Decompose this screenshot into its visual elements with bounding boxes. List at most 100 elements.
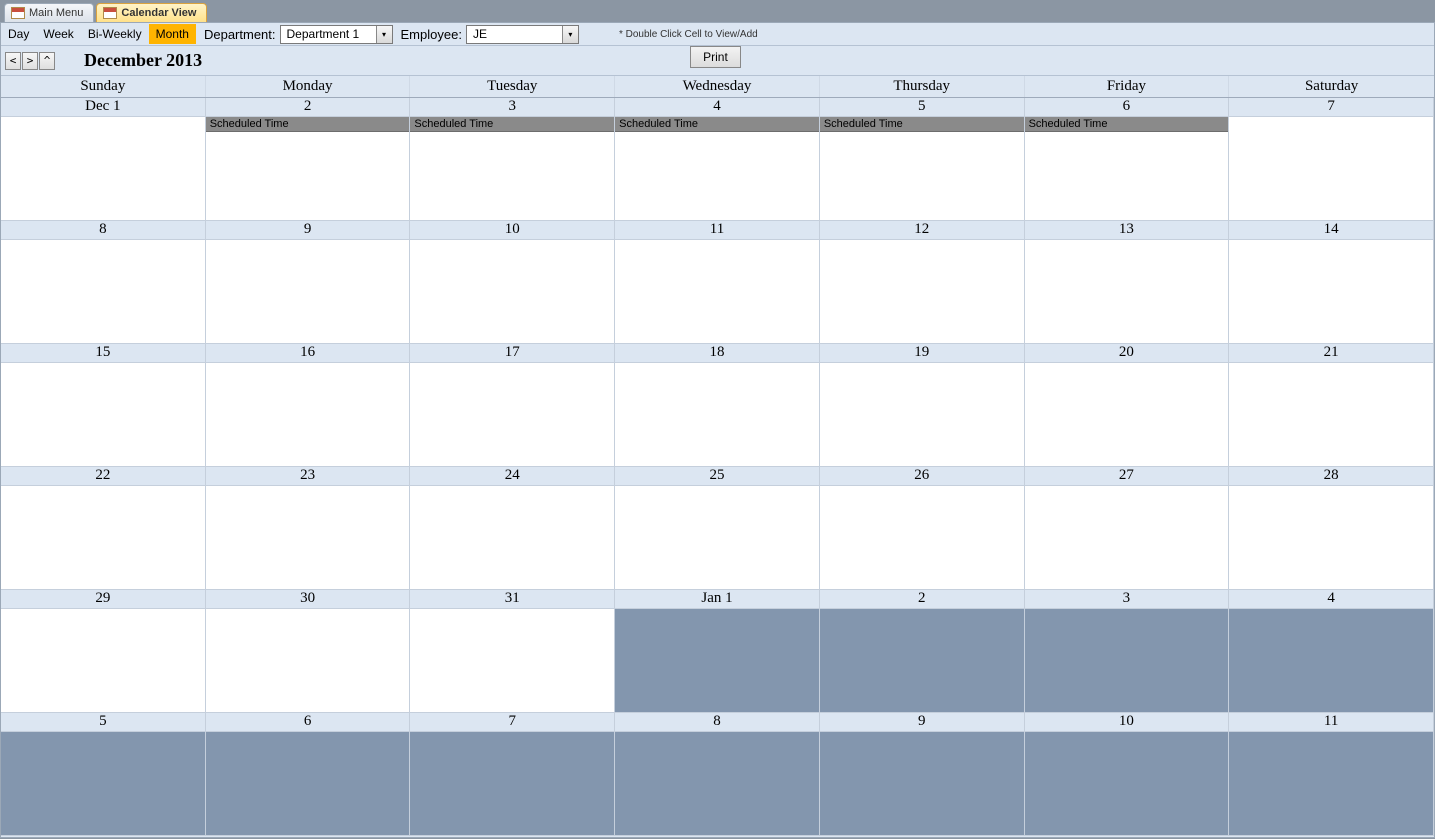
calendar-cell[interactable]: 7 [410,713,615,836]
scheduled-event[interactable]: Scheduled Time [820,117,1024,132]
cell-body[interactable] [615,732,819,835]
calendar-cell[interactable]: 23 [206,467,411,590]
cell-body[interactable] [1,240,205,343]
calendar-cell[interactable]: 29 [1,590,206,713]
cell-body[interactable] [410,732,614,835]
cell-body[interactable]: Scheduled Time [820,117,1024,220]
employee-select[interactable]: JE ▾ [466,25,579,44]
cell-body[interactable] [206,240,410,343]
calendar-cell[interactable]: 18 [615,344,820,467]
cell-body[interactable]: Scheduled Time [615,117,819,220]
calendar-cell[interactable]: 4 [1229,590,1434,713]
cell-body[interactable] [206,609,410,712]
chevron-down-icon[interactable]: ▾ [376,26,392,43]
calendar-cell[interactable]: 14 [1229,221,1434,344]
cell-body[interactable] [1,732,205,835]
cell-body[interactable] [615,240,819,343]
calendar-cell[interactable]: 5 [1,713,206,836]
cell-body[interactable] [1,609,205,712]
cell-body[interactable] [1,363,205,466]
calendar-cell[interactable]: 19 [820,344,1025,467]
view-week-button[interactable]: Week [36,24,80,44]
calendar-cell[interactable]: 27 [1025,467,1230,590]
calendar-cell[interactable]: 21 [1229,344,1434,467]
cell-body[interactable] [1,486,205,589]
cell-body[interactable] [206,732,410,835]
calendar-cell[interactable]: 10 [410,221,615,344]
calendar-cell[interactable]: 22 [1,467,206,590]
calendar-cell[interactable]: 5Scheduled Time [820,98,1025,221]
calendar-cell[interactable]: 2 [820,590,1025,713]
calendar-cell[interactable]: 7 [1229,98,1434,221]
calendar-cell[interactable]: Jan 1 [615,590,820,713]
calendar-cell[interactable]: 16 [206,344,411,467]
calendar-cell[interactable]: 11 [1229,713,1434,836]
cell-body[interactable] [820,732,1024,835]
calendar-cell[interactable]: 17 [410,344,615,467]
prev-button[interactable]: < [5,52,21,70]
calendar-cell[interactable]: 3Scheduled Time [410,98,615,221]
calendar-cell[interactable]: 9 [206,221,411,344]
calendar-cell[interactable]: 28 [1229,467,1434,590]
cell-body[interactable] [1025,732,1229,835]
cell-body[interactable] [410,240,614,343]
cell-body[interactable] [206,486,410,589]
department-select[interactable]: Department 1 ▾ [280,25,393,44]
tab-calendar-view[interactable]: Calendar View [96,3,207,22]
scheduled-event[interactable]: Scheduled Time [615,117,819,132]
cell-body[interactable] [1229,117,1433,220]
cell-body[interactable] [410,486,614,589]
calendar-cell[interactable]: 9 [820,713,1025,836]
calendar-cell[interactable]: 31 [410,590,615,713]
calendar-cell[interactable]: 2Scheduled Time [206,98,411,221]
calendar-cell[interactable]: 4Scheduled Time [615,98,820,221]
calendar-cell[interactable]: 26 [820,467,1025,590]
cell-body[interactable] [615,486,819,589]
cell-body[interactable]: Scheduled Time [206,117,410,220]
cell-body[interactable] [410,363,614,466]
cell-body[interactable] [1025,363,1229,466]
cell-body[interactable] [1229,732,1433,835]
cell-body[interactable] [1229,240,1433,343]
calendar-cell[interactable]: 13 [1025,221,1230,344]
calendar-cell[interactable]: 8 [1,221,206,344]
calendar-cell[interactable]: 6 [206,713,411,836]
cell-body[interactable] [1229,486,1433,589]
scheduled-event[interactable]: Scheduled Time [206,117,410,132]
calendar-cell[interactable]: 10 [1025,713,1230,836]
cell-body[interactable] [820,363,1024,466]
calendar-cell[interactable]: 11 [615,221,820,344]
cell-body[interactable] [1229,609,1433,712]
cell-body[interactable] [820,486,1024,589]
cell-body[interactable] [615,609,819,712]
chevron-down-icon[interactable]: ▾ [562,26,578,43]
scheduled-event[interactable]: Scheduled Time [1025,117,1229,132]
cell-body[interactable] [1025,486,1229,589]
view-day-button[interactable]: Day [1,24,36,44]
cell-body[interactable] [1,117,205,220]
view-biweekly-button[interactable]: Bi-Weekly [81,24,149,44]
calendar-cell[interactable]: 15 [1,344,206,467]
next-button[interactable]: > [22,52,38,70]
calendar-cell[interactable]: 3 [1025,590,1230,713]
cell-body[interactable] [1025,240,1229,343]
calendar-cell[interactable]: 6Scheduled Time [1025,98,1230,221]
calendar-cell[interactable]: 25 [615,467,820,590]
view-month-button[interactable]: Month [149,24,196,44]
cell-body[interactable] [820,609,1024,712]
cell-body[interactable] [820,240,1024,343]
cell-body[interactable] [1025,609,1229,712]
print-button[interactable]: Print [690,46,741,68]
calendar-cell[interactable]: Dec 1 [1,98,206,221]
calendar-cell[interactable]: 24 [410,467,615,590]
cell-body[interactable]: Scheduled Time [1025,117,1229,220]
cell-body[interactable] [1229,363,1433,466]
calendar-cell[interactable]: 8 [615,713,820,836]
cell-body[interactable] [615,363,819,466]
cell-body[interactable]: Scheduled Time [410,117,614,220]
cell-body[interactable] [206,363,410,466]
calendar-cell[interactable]: 20 [1025,344,1230,467]
calendar-cell[interactable]: 30 [206,590,411,713]
up-button[interactable]: ^ [39,52,55,70]
cell-body[interactable] [410,609,614,712]
